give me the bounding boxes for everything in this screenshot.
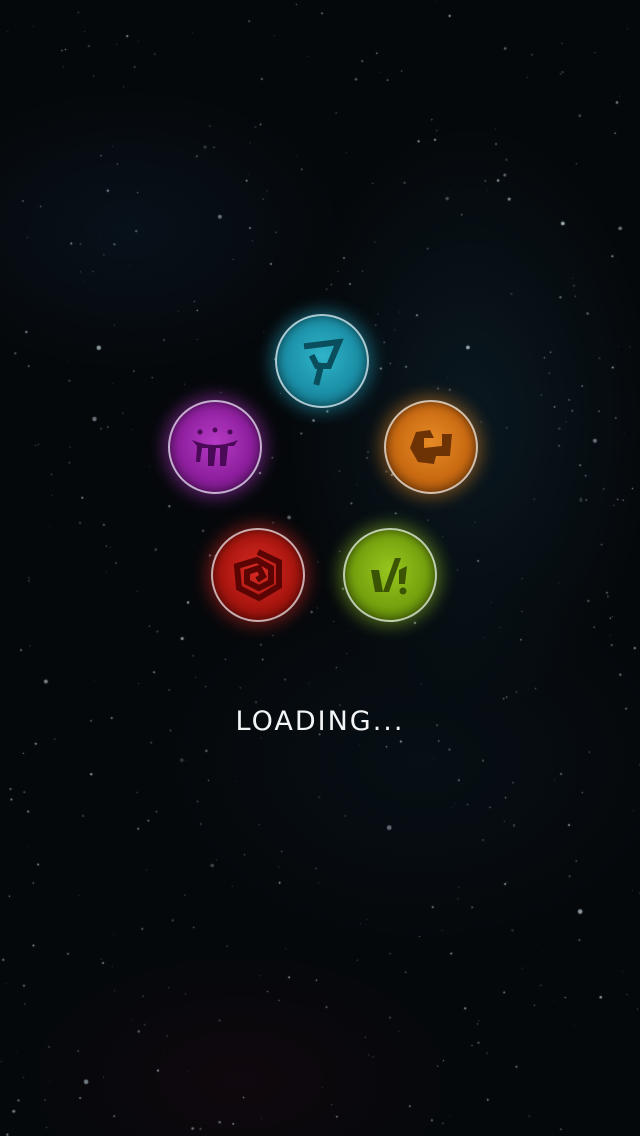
cyan-rune-icon [303, 338, 344, 386]
purple-rune-icon [192, 427, 238, 466]
cyan-emblem [275, 314, 369, 408]
orange-emblem [384, 400, 478, 494]
loading-label: LOADING... [235, 706, 405, 737]
loading-screen: LOADING... [0, 0, 640, 1136]
red-spiral-rune-icon [233, 549, 282, 602]
starfield-background [0, 0, 640, 1136]
purple-emblem [168, 400, 262, 494]
green-rune-icon [371, 558, 407, 595]
red-emblem [211, 528, 305, 622]
orange-rune-icon [410, 430, 452, 464]
green-emblem [343, 528, 437, 622]
